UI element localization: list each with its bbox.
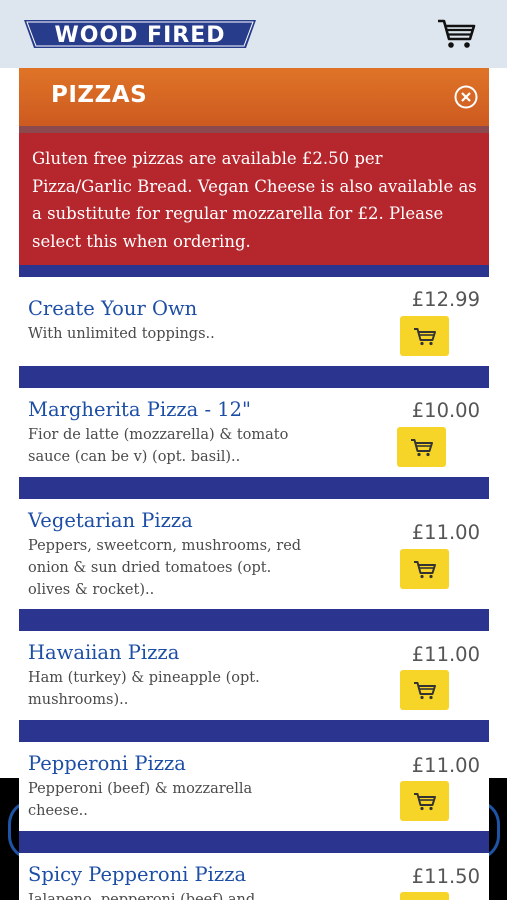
item-description: With unlimited toppings.. [28, 326, 215, 342]
cart-icon [413, 682, 436, 700]
item-name[interactable]: Spicy Pepperoni Pizza [28, 863, 246, 886]
logo-text: WOOD FIRED [54, 23, 225, 48]
close-icon[interactable] [454, 85, 478, 109]
item-name[interactable]: Margherita Pizza - 12" [28, 398, 251, 421]
item-price: £11.00 [411, 521, 480, 544]
app-header: WOOD FIRED [0, 0, 507, 68]
cart-icon [413, 328, 436, 346]
item-price: £11.00 [411, 643, 480, 666]
item-name[interactable]: Vegetarian Pizza [28, 509, 193, 532]
item-divider [19, 720, 489, 742]
add-to-cart-button[interactable] [397, 427, 446, 467]
item-description: Jalapeno, pepperoni (beef) and [28, 892, 256, 900]
item-name[interactable]: Create Your Own [28, 297, 197, 320]
item-divider [19, 609, 489, 631]
category-title: PIZZAS [51, 82, 148, 108]
menu-item[interactable]: Pepperoni Pizza Pepperoni (beef) & mozza… [19, 742, 489, 831]
add-to-cart-button[interactable] [400, 316, 449, 356]
add-to-cart-button[interactable] [400, 781, 449, 821]
shopping-cart-icon[interactable] [436, 16, 478, 50]
item-description: Fior de latte (mozzarella) & tomato sauc… [28, 427, 289, 465]
item-price: £10.00 [411, 399, 480, 422]
cart-icon [410, 439, 433, 457]
item-name[interactable]: Hawaiian Pizza [28, 641, 179, 664]
add-to-cart-button[interactable] [400, 549, 449, 589]
item-divider [19, 366, 489, 388]
item-description: Pepperoni (beef) & mozzarella cheese.. [28, 781, 253, 819]
item-divider [19, 265, 489, 277]
notice-text: Gluten free pizzas are available £2.50 p… [32, 149, 477, 251]
item-price: £12.99 [411, 288, 480, 311]
category-separator [19, 126, 489, 133]
category-header: PIZZAS [19, 68, 489, 126]
item-description: Ham (turkey) & pineapple (opt. mushrooms… [28, 670, 260, 708]
item-divider [19, 477, 489, 499]
menu-item[interactable]: Margherita Pizza - 12" Fior de latte (mo… [19, 388, 489, 477]
cart-icon [413, 561, 436, 579]
item-name[interactable]: Pepperoni Pizza [28, 752, 186, 775]
wood-fired-logo[interactable]: WOOD FIRED [24, 18, 256, 50]
item-description: Peppers, sweetcorn, mushrooms, red onion… [28, 538, 302, 598]
menu-item[interactable]: Create Your Own With unlimited toppings.… [19, 277, 489, 366]
gluten-free-notice: Gluten free pizzas are available £2.50 p… [19, 133, 489, 265]
add-to-cart-button[interactable] [400, 670, 449, 710]
menu-item[interactable]: Hawaiian Pizza Ham (turkey) & pineapple … [19, 631, 489, 720]
item-divider [19, 831, 489, 853]
menu-item[interactable]: Vegetarian Pizza Peppers, sweetcorn, mus… [19, 499, 489, 609]
add-to-cart-button[interactable] [400, 892, 449, 900]
item-price: £11.50 [411, 865, 480, 888]
item-price: £11.00 [411, 754, 480, 777]
menu-item[interactable]: Spicy Pepperoni Pizza Jalapeno, pepperon… [19, 853, 489, 900]
cart-icon [413, 793, 436, 811]
